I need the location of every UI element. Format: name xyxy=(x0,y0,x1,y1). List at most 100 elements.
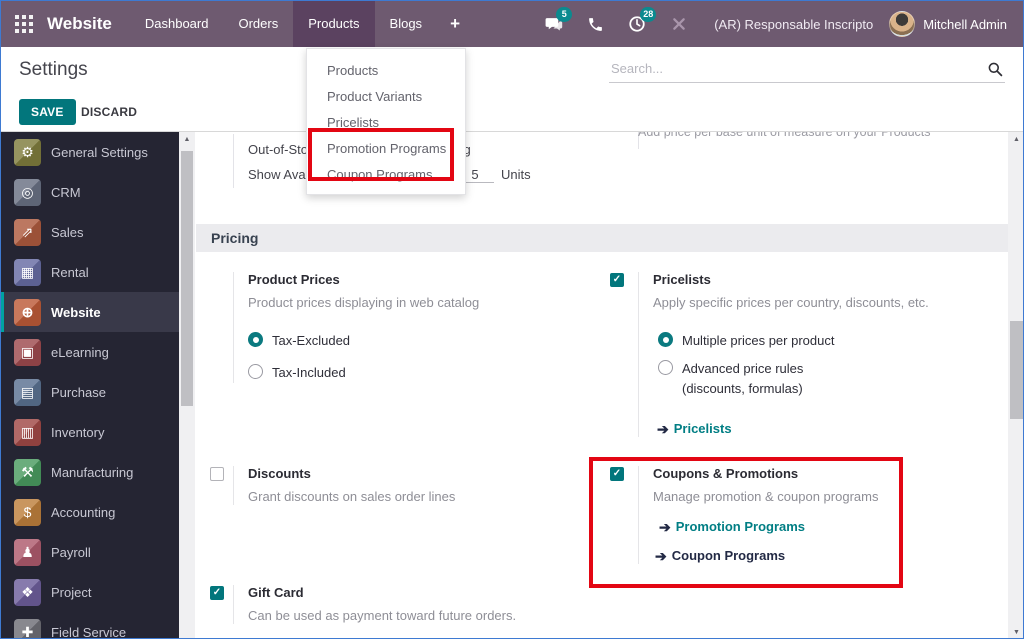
top-navbar: Website Dashboard Orders Products Blogs … xyxy=(1,1,1023,47)
products-dropdown-menu: Products Product Variants Pricelists Pro… xyxy=(306,48,466,195)
settings-sidebar: ⚙General Settings ◎CRM ⇗Sales ▦Rental ⊕W… xyxy=(1,132,179,639)
coupons-title: Coupons & Promotions xyxy=(653,466,978,482)
sidebar-item-payroll[interactable]: ♟Payroll xyxy=(1,532,179,572)
settings-content: Out-of-Stock Continue Selling Show Avail… xyxy=(196,132,1008,639)
elearning-icon: ▣ xyxy=(14,339,41,366)
scroll-down-icon[interactable]: ▼ xyxy=(1008,629,1024,636)
pricelists-link[interactable]: ➔ Pricelists xyxy=(657,421,978,437)
accounting-icon: $ xyxy=(14,499,41,526)
arrow-right-icon: ➔ xyxy=(655,548,667,564)
user-menu[interactable]: Mitchell Admin xyxy=(923,17,1007,32)
menu-item-products[interactable]: Products xyxy=(307,58,465,84)
rental-icon: ▦ xyxy=(14,259,41,286)
company-switcher[interactable]: (AR) Responsable Inscripto xyxy=(714,17,873,32)
gift-card-checkbox[interactable]: ✓ xyxy=(210,586,224,600)
coupon-programs-link[interactable]: ➔ Coupon Programs xyxy=(655,548,978,564)
coupons-checkbox[interactable]: ✓ xyxy=(610,467,624,481)
app-brand[interactable]: Website xyxy=(43,14,130,34)
phone-icon[interactable] xyxy=(585,14,605,34)
control-panel: Settings SAVE DISCARD xyxy=(1,47,1023,132)
menu-item-pricelists[interactable]: Pricelists xyxy=(307,110,465,136)
sidebar-scrollbar[interactable]: ▲ xyxy=(179,132,195,639)
manufacturing-icon: ⚒ xyxy=(14,459,41,486)
project-icon: ❖ xyxy=(14,579,41,606)
pricing-section-header: Pricing xyxy=(196,224,1008,252)
check-icon: ✓ xyxy=(613,275,621,285)
arrow-right-icon: ➔ xyxy=(657,421,669,437)
save-button[interactable]: SAVE xyxy=(19,99,76,125)
apps-grid-icon[interactable] xyxy=(15,14,35,34)
sidebar-item-purchase[interactable]: ▤Purchase xyxy=(1,372,179,412)
activities-badge: 28 xyxy=(640,7,656,22)
content-scrollbar[interactable]: ▲ ▼ xyxy=(1008,132,1024,639)
content-scrollbar-thumb[interactable] xyxy=(1010,321,1023,419)
menu-item-coupon-programs[interactable]: Coupon Programs xyxy=(307,162,465,188)
nav-item-dashboard[interactable]: Dashboard xyxy=(130,1,224,47)
arrow-right-icon: ➔ xyxy=(659,519,671,535)
menu-item-product-variants[interactable]: Product Variants xyxy=(307,84,465,110)
sidebar-item-elearning[interactable]: ▣eLearning xyxy=(1,332,179,372)
activities-clock-icon[interactable]: 28 xyxy=(627,14,647,34)
multiple-prices-option[interactable]: Multiple prices per product xyxy=(658,331,978,351)
app-window: Website Dashboard Orders Products Blogs … xyxy=(0,0,1024,639)
discounts-title: Discounts xyxy=(248,466,563,482)
pricelists-checkbox[interactable]: ✓ xyxy=(610,273,624,287)
search-icon[interactable] xyxy=(987,61,1003,77)
gift-card-title: Gift Card xyxy=(248,585,573,601)
discounts-desc: Grant discounts on sales order lines xyxy=(248,488,563,505)
check-icon: ✓ xyxy=(213,588,221,598)
sidebar-item-rental[interactable]: ▦Rental xyxy=(1,252,179,292)
field-service-icon: ✚ xyxy=(14,619,41,639)
tax-excluded-option[interactable]: Tax-Excluded xyxy=(248,331,563,351)
pricelists-desc: Apply specific prices per country, disco… xyxy=(653,294,978,311)
discounts-block: Discounts Grant discounts on sales order… xyxy=(233,466,563,505)
pricelists-title: Pricelists xyxy=(653,272,978,288)
menu-item-promotion-programs[interactable]: Promotion Programs xyxy=(307,136,465,162)
messages-badge: 5 xyxy=(556,7,572,22)
discard-button[interactable]: DISCARD xyxy=(81,105,137,119)
inventory-icon: ▥ xyxy=(14,419,41,446)
scroll-up-icon[interactable]: ▲ xyxy=(1008,136,1024,143)
nav-item-products[interactable]: Products xyxy=(293,1,374,47)
radio-selected-icon[interactable] xyxy=(248,332,263,347)
base-unit-note-wrap: Add price per base unit of measure on yo… xyxy=(638,132,998,147)
purchase-icon: ▤ xyxy=(14,379,41,406)
promotion-programs-link[interactable]: ➔ Promotion Programs xyxy=(659,519,978,535)
check-icon: ✓ xyxy=(613,469,621,479)
radio-selected-icon[interactable] xyxy=(658,332,673,347)
product-prices-title: Product Prices xyxy=(248,272,563,288)
sidebar-item-accounting[interactable]: $Accounting xyxy=(1,492,179,532)
sidebar-item-inventory[interactable]: ▥Inventory xyxy=(1,412,179,452)
sidebar-item-project[interactable]: ❖Project xyxy=(1,572,179,612)
radio-icon[interactable] xyxy=(658,360,673,375)
sidebar-item-crm[interactable]: ◎CRM xyxy=(1,172,179,212)
tools-icon[interactable] xyxy=(669,14,689,34)
sidebar-item-field-service[interactable]: ✚Field Service xyxy=(1,612,179,639)
website-icon: ⊕ xyxy=(14,299,41,326)
nav-item-blogs[interactable]: Blogs xyxy=(375,1,438,47)
gift-card-desc: Can be used as payment toward future ord… xyxy=(248,607,573,624)
crm-icon: ◎ xyxy=(14,179,41,206)
sidebar-item-manufacturing[interactable]: ⚒Manufacturing xyxy=(1,452,179,492)
tax-included-option[interactable]: Tax-Included xyxy=(248,363,563,383)
base-unit-note: Add price per base unit of measure on yo… xyxy=(638,132,998,139)
coupons-promotions-block: ✓ Coupons & Promotions Manage promotion … xyxy=(638,466,978,564)
discounts-checkbox[interactable] xyxy=(210,467,224,481)
advanced-price-rules-option[interactable]: Advanced price rules (discounts, formula… xyxy=(658,359,978,399)
sidebar-item-sales[interactable]: ⇗Sales xyxy=(1,212,179,252)
user-avatar[interactable] xyxy=(889,11,915,37)
sidebar-item-general-settings[interactable]: ⚙General Settings xyxy=(1,132,179,172)
sidebar-item-website[interactable]: ⊕Website xyxy=(1,292,179,332)
product-prices-desc: Product prices displaying in web catalog xyxy=(248,294,563,311)
search-input[interactable] xyxy=(609,55,1005,83)
nav-item-orders[interactable]: Orders xyxy=(223,1,293,47)
sidebar-scrollbar-thumb[interactable] xyxy=(181,151,193,406)
messages-icon[interactable]: 5 xyxy=(543,14,563,34)
scroll-up-icon[interactable]: ▲ xyxy=(179,136,195,143)
pricing-section-title: Pricing xyxy=(211,230,258,246)
new-content-button[interactable]: + xyxy=(437,1,473,47)
systray: 5 28 (AR) Responsable Inscripto Mitchell… xyxy=(532,1,1023,47)
radio-icon[interactable] xyxy=(248,364,263,379)
navbar-left: Website Dashboard Orders Products Blogs … xyxy=(1,1,473,47)
pricelists-block: ✓ Pricelists Apply specific prices per c… xyxy=(638,272,978,437)
